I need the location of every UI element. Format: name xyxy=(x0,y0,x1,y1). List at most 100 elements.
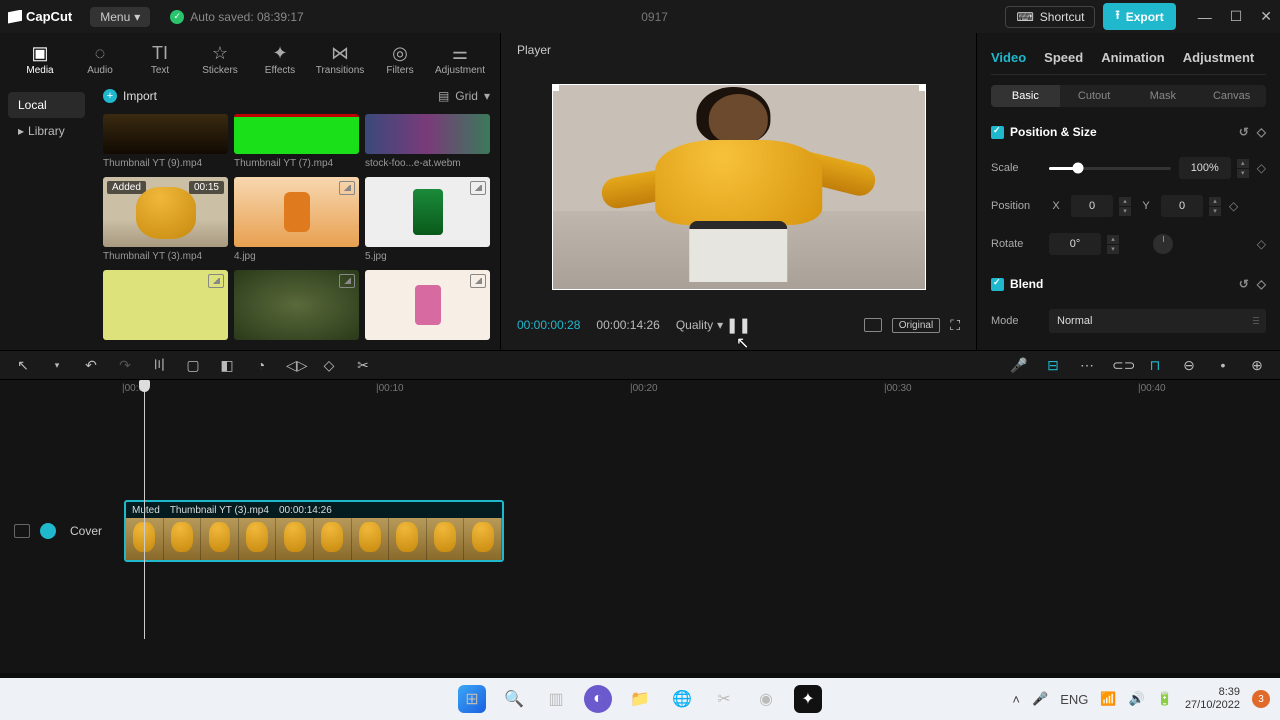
sidebar-item-library[interactable]: ▸Library xyxy=(8,118,85,144)
media-item[interactable] xyxy=(103,270,228,340)
tab-effects[interactable]: ✦Effects xyxy=(250,39,310,82)
taskbar-app[interactable]: ◐ xyxy=(584,685,612,713)
snap-main-icon[interactable]: ⊟ xyxy=(1044,357,1062,374)
mirror-tool[interactable]: ◁▷ xyxy=(286,357,304,374)
tab-audio[interactable]: ◌Audio xyxy=(70,39,130,82)
rotate-dial[interactable] xyxy=(1153,234,1173,254)
export-button[interactable]: ⭱ Export xyxy=(1103,3,1175,30)
minimize-button[interactable]: — xyxy=(1198,9,1212,25)
subtab-basic[interactable]: Basic xyxy=(991,85,1060,107)
tab-media[interactable]: ▣Media xyxy=(10,39,70,82)
media-item[interactable] xyxy=(234,270,359,340)
search-button[interactable]: 🔍 xyxy=(500,685,528,713)
tab-stickers[interactable]: ☆Stickers xyxy=(190,39,250,82)
subtab-canvas[interactable]: Canvas xyxy=(1197,85,1266,107)
tray-mic-icon[interactable]: 🎤 xyxy=(1032,691,1048,707)
reset-icon[interactable]: ↺ xyxy=(1239,125,1249,139)
crop-tool[interactable]: ✂ xyxy=(354,357,372,374)
track-visibility-icon[interactable] xyxy=(14,524,30,538)
playhead[interactable] xyxy=(144,380,145,639)
delete-tool[interactable]: ▢ xyxy=(184,357,202,374)
grid-view-button[interactable]: ▤ Grid ▾ xyxy=(438,89,490,103)
zoom-out-icon[interactable]: ⊖ xyxy=(1180,357,1198,374)
rotate-tool[interactable]: ◇ xyxy=(320,357,338,374)
scope-icon[interactable] xyxy=(864,318,882,332)
resize-handle[interactable] xyxy=(552,84,559,91)
fullscreen-icon[interactable]: ⛶ xyxy=(950,317,960,334)
scale-stepper[interactable]: ▴▾ xyxy=(1237,159,1249,178)
checkbox-icon[interactable] xyxy=(991,278,1004,291)
tray-volume-icon[interactable]: 🔊 xyxy=(1129,691,1145,707)
tab-speed[interactable]: Speed xyxy=(1044,50,1083,65)
close-button[interactable]: ✕ xyxy=(1260,8,1272,25)
media-item[interactable]: Thumbnail YT (7).mp4 xyxy=(234,114,359,169)
video-frame[interactable] xyxy=(552,84,926,290)
pointer-mode-dropdown[interactable]: ▾ xyxy=(48,360,66,371)
mic-icon[interactable]: 🎤 xyxy=(1010,357,1028,374)
media-item[interactable]: Thumbnail YT (9).mp4 xyxy=(103,114,228,169)
tab-video[interactable]: Video xyxy=(991,50,1026,65)
sidebar-item-local[interactable]: Local xyxy=(8,92,85,118)
scale-value[interactable]: 100% xyxy=(1179,157,1231,179)
crop-left-tool[interactable]: ◧ xyxy=(218,357,236,374)
task-view-button[interactable]: ▥ xyxy=(542,685,570,713)
link-icon[interactable]: ⊂⊃ xyxy=(1112,357,1130,374)
reset-icon[interactable]: ↺ xyxy=(1239,277,1249,291)
quality-dropdown[interactable]: Quality▾ xyxy=(676,318,723,332)
tab-animation[interactable]: Animation xyxy=(1101,50,1165,65)
media-item[interactable]: 5.jpg xyxy=(365,177,490,262)
media-item[interactable]: Added00:15Thumbnail YT (3).mp4 xyxy=(103,177,228,262)
snipping-tool-icon[interactable]: ✂ xyxy=(710,685,738,713)
menu-button[interactable]: Menu ▾ xyxy=(90,7,150,27)
keyframe-icon[interactable]: ◇ xyxy=(1257,161,1266,175)
media-item[interactable] xyxy=(365,270,490,340)
keyframe-icon[interactable]: ◇ xyxy=(1257,237,1266,251)
shortcut-button[interactable]: ⌨ Shortcut xyxy=(1005,6,1095,28)
undo-button[interactable]: ↶ xyxy=(82,357,100,374)
video-clip[interactable]: Muted Thumbnail YT (3).mp4 00:00:14:26 xyxy=(124,500,504,562)
tab-adjustment[interactable]: ⚌Adjustment xyxy=(430,39,490,82)
file-explorer-icon[interactable]: 📁 xyxy=(626,685,654,713)
subtab-cutout[interactable]: Cutout xyxy=(1060,85,1129,107)
split-tool[interactable]: 〣 xyxy=(150,355,168,375)
rotate-stepper[interactable]: ▴▾ xyxy=(1107,235,1119,254)
tab-filters[interactable]: ◎Filters xyxy=(370,39,430,82)
chrome-icon[interactable]: ◉ xyxy=(752,685,780,713)
media-item[interactable]: 4.jpg xyxy=(234,177,359,262)
rotate-value[interactable]: 0° xyxy=(1049,233,1101,255)
tray-lang-icon[interactable]: ENG xyxy=(1060,692,1088,707)
track-mute-icon[interactable] xyxy=(40,523,56,539)
x-stepper[interactable]: ▴▾ xyxy=(1119,197,1131,216)
pause-button[interactable]: ❚❚ xyxy=(726,316,751,334)
subtab-mask[interactable]: Mask xyxy=(1129,85,1198,107)
original-ratio-button[interactable]: Original xyxy=(892,318,940,333)
media-item[interactable]: stock-foo...e-at.webm xyxy=(365,114,490,169)
checkbox-icon[interactable] xyxy=(991,126,1004,139)
redo-button[interactable]: ↷ xyxy=(116,357,134,374)
position-y-value[interactable]: 0 xyxy=(1161,195,1203,217)
magnet-icon[interactable]: ⊓ xyxy=(1146,357,1164,374)
tray-chevron-icon[interactable]: ˄ xyxy=(1012,692,1020,707)
keyframe-icon[interactable]: ◇ xyxy=(1257,125,1266,139)
time-ruler[interactable]: |00:00 |00:10 |00:20 |00:30 |00:40 xyxy=(0,380,1280,400)
maximize-button[interactable]: ☐ xyxy=(1230,8,1243,25)
zoom-in-icon[interactable]: ⊕ xyxy=(1248,357,1266,374)
resize-handle[interactable] xyxy=(919,84,926,91)
clock[interactable]: 8:39 27/10/2022 xyxy=(1185,686,1240,711)
notification-badge[interactable]: 3 xyxy=(1252,690,1270,708)
keyframe-icon[interactable]: ◇ xyxy=(1229,199,1238,213)
player-viewport[interactable] xyxy=(513,65,964,308)
tab-adjustment[interactable]: Adjustment xyxy=(1183,50,1255,65)
tray-wifi-icon[interactable]: 📶 xyxy=(1100,691,1116,707)
tray-battery-icon[interactable]: 🔋 xyxy=(1157,691,1173,707)
scale-slider[interactable] xyxy=(1049,167,1171,170)
edge-icon[interactable]: 🌐 xyxy=(668,685,696,713)
cover-button[interactable]: Cover xyxy=(66,524,106,538)
pointer-tool[interactable]: ↖ xyxy=(14,357,32,374)
keyframe-icon[interactable]: ◇ xyxy=(1257,277,1266,291)
tab-transitions[interactable]: ⋈Transitions xyxy=(310,39,370,82)
y-stepper[interactable]: ▴▾ xyxy=(1209,197,1221,216)
snap-icon[interactable]: ⋯ xyxy=(1078,357,1096,374)
blend-mode-select[interactable]: Normal xyxy=(1049,309,1266,333)
start-button[interactable]: ⊞ xyxy=(458,685,486,713)
